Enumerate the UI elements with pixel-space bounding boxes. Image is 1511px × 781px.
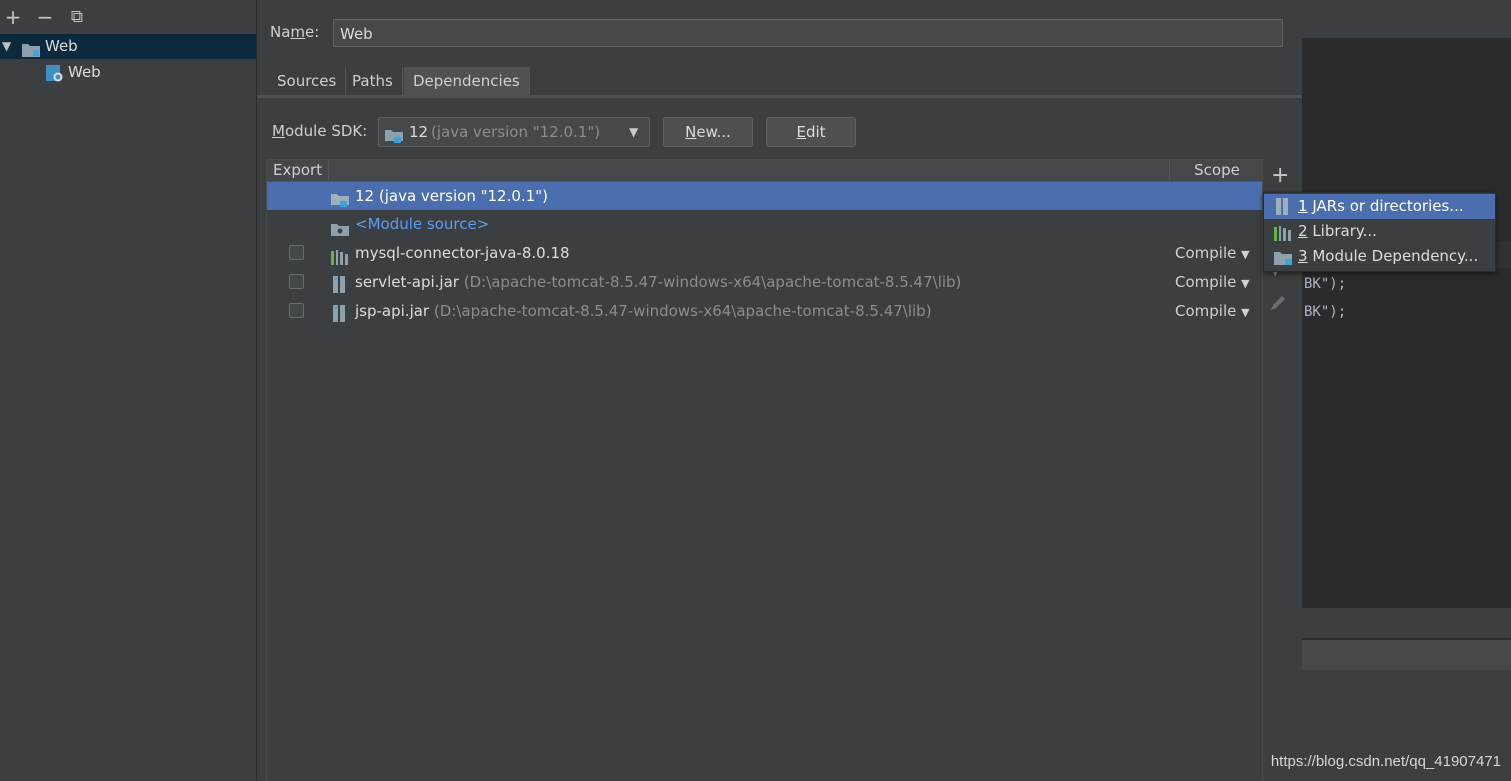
code-line: BK"); — [1304, 304, 1347, 320]
menu-item-key: 1 — [1298, 197, 1308, 215]
tree-item-label: Web — [68, 63, 101, 81]
watermark-text: https://blog.csdn.net/qq_41907471 — [1270, 753, 1501, 770]
tree-item-web-module[interactable]: ▼ Web — [0, 34, 256, 59]
web-facet-icon — [46, 65, 64, 90]
table-row[interactable]: mysql-connector-java-8.0.18 Compile ▼ — [267, 239, 1263, 267]
export-checkbox[interactable] — [289, 303, 304, 318]
dependencies-table: Export Scope 12 (java version "12.0.1") … — [266, 159, 1264, 781]
export-checkbox[interactable] — [289, 274, 304, 289]
jar-icon — [333, 303, 347, 331]
menu-item-key: 2 — [1298, 222, 1308, 240]
tab-underline — [257, 95, 1302, 98]
add-icon[interactable]: + — [2, 6, 24, 28]
name-input[interactable]: Web — [333, 19, 1283, 47]
scope-dropdown[interactable]: Compile ▼ — [1175, 239, 1250, 269]
dependency-name: jsp-api.jar (D:\apache-tomcat-8.5.47-win… — [355, 302, 932, 320]
dependency-name: servlet-api.jar (D:\apache-tomcat-8.5.47… — [355, 273, 962, 291]
table-row[interactable]: jsp-api.jar (D:\apache-tomcat-8.5.47-win… — [267, 297, 1263, 325]
tree-item-label: Web — [45, 37, 78, 55]
module-folder-icon — [1274, 249, 1294, 274]
module-settings-panel: Name: Web Sources Paths Dependencies Mod… — [257, 0, 1302, 781]
menu-item-label: JARs or directories... — [1312, 197, 1464, 215]
scope-dropdown[interactable]: Compile ▼ — [1175, 297, 1250, 327]
module-tree-panel: + − ⧉ ▼ Web Web — [0, 0, 257, 780]
menu-item-jars-or-directories[interactable]: 1 JARs or directories... — [1264, 194, 1495, 219]
sdk-value: 12 — [409, 123, 429, 141]
tab-sources[interactable]: Sources — [268, 67, 347, 95]
edit-sdk-button[interactable]: Edit — [766, 117, 856, 147]
tab-paths[interactable]: Paths — [343, 67, 403, 95]
name-label: Name: — [270, 23, 320, 41]
remove-icon[interactable]: − — [34, 6, 56, 28]
module-source-link: <Module source> — [355, 215, 490, 233]
chevron-down-icon: ▼ — [629, 125, 639, 139]
dependency-name: mysql-connector-java-8.0.18 — [355, 244, 570, 262]
column-header-export[interactable]: Export — [267, 160, 333, 182]
menu-item-module-dependency[interactable]: 3 Module Dependency... — [1264, 244, 1495, 269]
column-header-name[interactable] — [328, 160, 1169, 182]
sdk-folder-icon — [385, 125, 403, 153]
edit-pencil-icon[interactable] — [1269, 294, 1287, 316]
export-checkbox[interactable] — [289, 245, 304, 260]
new-sdk-button[interactable]: New... — [663, 117, 753, 147]
menu-item-library[interactable]: 2 Library... — [1264, 219, 1495, 244]
add-dependency-icon[interactable]: + — [1271, 163, 1289, 188]
module-sdk-label: Module SDK: — [272, 122, 368, 140]
module-sdk-dropdown[interactable]: 12 (java version "12.0.1") ▼ — [378, 117, 650, 147]
code-line: BK"); — [1304, 276, 1347, 292]
add-dependency-popup: 1 JARs or directories... 2 Library... 3 … — [1263, 192, 1496, 272]
table-row[interactable]: <Module source> — [267, 210, 1263, 238]
dependency-path: (D:\apache-tomcat-8.5.47-windows-x64\apa… — [433, 302, 932, 320]
menu-item-label: Module Dependency... — [1312, 247, 1479, 265]
editor-background — [1302, 0, 1511, 780]
sdk-version: (java version "12.0.1") — [431, 123, 601, 141]
scope-dropdown[interactable]: Compile ▼ — [1175, 268, 1250, 298]
copy-icon[interactable]: ⧉ — [66, 6, 88, 28]
expand-arrow-icon[interactable]: ▼ — [2, 34, 11, 59]
tree-item-web-facet[interactable]: Web — [0, 60, 256, 85]
tab-dependencies[interactable]: Dependencies — [404, 67, 530, 95]
table-row[interactable]: servlet-api.jar (D:\apache-tomcat-8.5.47… — [267, 268, 1263, 296]
menu-item-label: Library... — [1312, 222, 1377, 240]
menu-item-key: 3 — [1298, 247, 1308, 265]
table-row[interactable]: 12 (java version "12.0.1") — [267, 182, 1263, 210]
dependency-name: 12 (java version "12.0.1") — [355, 187, 548, 205]
dependency-path: (D:\apache-tomcat-8.5.47-windows-x64\apa… — [463, 273, 962, 291]
column-header-scope[interactable]: Scope — [1169, 160, 1264, 182]
